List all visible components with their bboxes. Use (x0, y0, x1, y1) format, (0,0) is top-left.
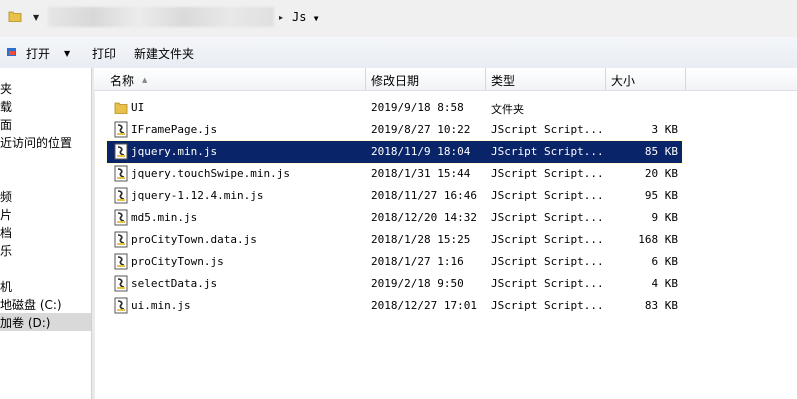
file-modified: 2018/1/28 15:25 (371, 233, 471, 246)
breadcrumb-blurred (48, 7, 274, 27)
print-button[interactable]: 打印 (92, 45, 116, 62)
file-type: JScript Script... (491, 255, 604, 268)
file-row[interactable]: selectData.js 2019/2/18 9:50 JScript Scr… (107, 273, 682, 295)
file-size: 95 KB (644, 189, 678, 202)
column-divider[interactable] (605, 68, 606, 90)
file-type: JScript Script... (491, 145, 604, 158)
file-name: IFramePage.js (131, 123, 218, 136)
file-row[interactable]: jquery-1.12.4.min.js 2018/11/27 16:46 JS… (107, 185, 682, 207)
file-size: 85 KB (644, 145, 678, 158)
file-modified: 2018/1/27 1:16 (371, 255, 464, 268)
file-name: jquery.touchSwipe.min.js (131, 167, 290, 180)
file-name: proCityTown.data.js (131, 233, 257, 246)
file-modified: 2018/11/27 16:46 (371, 189, 477, 202)
file-size: 3 KB (651, 123, 679, 136)
nav-item-volume-d[interactable]: 加卷 (D:) (0, 313, 91, 331)
jscript-file-icon (114, 187, 128, 204)
file-size: 9 KB (651, 211, 679, 224)
file-row[interactable]: proCityTown.js 2018/1/27 1:16 JScript Sc… (107, 251, 682, 273)
open-dropdown-chevron-icon[interactable]: ▼ (64, 49, 70, 58)
nav-item-downloads[interactable]: 载 (0, 98, 12, 115)
file-row[interactable]: ui.min.js 2018/12/27 17:01 JScript Scrip… (107, 295, 682, 317)
file-size: 6 KB (651, 255, 679, 268)
nav-item-recent-places[interactable]: 近访问的位置 (0, 134, 72, 151)
column-divider[interactable] (365, 68, 366, 90)
file-modified: 2019/8/27 10:22 (371, 123, 471, 136)
file-name: proCityTown.js (131, 255, 224, 268)
sort-ascending-icon: ▲ (142, 76, 148, 84)
jscript-file-icon (114, 121, 128, 138)
file-row[interactable]: IFramePage.js 2019/8/27 10:22 JScript Sc… (107, 119, 682, 141)
nav-item-documents[interactable]: 档 (0, 224, 12, 241)
file-name: jquery-1.12.4.min.js (131, 189, 264, 202)
file-modified: 2019/2/18 9:50 (371, 277, 464, 290)
file-size: 20 KB (644, 167, 678, 180)
file-name: md5.min.js (131, 211, 198, 224)
nav-item-desktop[interactable]: 面 (0, 116, 12, 133)
command-toolbar: 打开 ▼ 打印 新建文件夹 (0, 37, 797, 69)
file-name: selectData.js (131, 277, 218, 290)
file-row[interactable]: UI 2019/9/18 8:58 文件夹 (107, 97, 682, 119)
column-header-modified[interactable]: 修改日期 (371, 72, 419, 89)
folder-icon (114, 102, 128, 114)
jscript-file-icon (114, 297, 128, 314)
file-modified: 2018/11/9 18:04 (371, 145, 471, 158)
jscript-file-icon (114, 231, 128, 248)
new-folder-button[interactable]: 新建文件夹 (134, 45, 194, 62)
jscript-file-icon (114, 165, 128, 182)
address-bar[interactable]: ▼ ▸ Js ▼ (0, 0, 797, 37)
file-type: JScript Script... (491, 211, 604, 224)
pane-splitter[interactable] (91, 68, 95, 399)
file-type: JScript Script... (491, 299, 604, 312)
open-button[interactable]: 打开 (26, 45, 50, 62)
jscript-file-icon (114, 209, 128, 226)
column-header-type[interactable]: 类型 (491, 72, 515, 89)
file-name: UI (131, 101, 145, 114)
file-type: JScript Script... (491, 189, 604, 202)
file-name: ui.min.js (131, 299, 191, 312)
file-modified: 2018/12/20 14:32 (371, 211, 477, 224)
file-modified: 2018/12/27 17:01 (371, 299, 477, 312)
file-type: JScript Script... (491, 167, 604, 180)
open-icon (7, 48, 16, 56)
file-size: 168 KB (638, 233, 678, 246)
nav-item-pictures[interactable]: 片 (0, 206, 12, 223)
file-type: JScript Script... (491, 277, 604, 290)
jscript-file-icon (114, 253, 128, 270)
jscript-file-icon (114, 143, 128, 160)
file-modified: 2018/1/31 15:44 (371, 167, 471, 180)
breadcrumb-current-folder[interactable]: Js ▼ (292, 10, 319, 24)
column-divider[interactable] (685, 68, 686, 90)
file-size: 4 KB (651, 277, 679, 290)
file-row[interactable]: md5.min.js 2018/12/20 14:32 JScript Scri… (107, 207, 682, 229)
chevron-down-icon[interactable]: ▼ (33, 13, 39, 22)
navigation-pane[interactable]: 夹 载 面 近访问的位置 频 片 档 乐 机 地磁盘 (C:) 加卷 (D:) (0, 68, 91, 399)
folder-icon (8, 11, 22, 22)
file-name: jquery.min.js (131, 145, 218, 158)
file-row-selected[interactable]: jquery.min.js 2018/11/9 18:04 JScript Sc… (106, 140, 683, 164)
file-type: JScript Script... (491, 233, 604, 246)
column-header-size[interactable]: 大小 (611, 72, 635, 89)
file-size: 83 KB (644, 299, 678, 312)
nav-item-videos[interactable]: 频 (0, 188, 12, 205)
nav-item-local-disk-c[interactable]: 地磁盘 (C:) (0, 296, 62, 313)
breadcrumb-separator-icon[interactable]: ▸ (279, 13, 283, 22)
file-type: JScript Script... (491, 123, 604, 136)
nav-item-computer[interactable]: 机 (0, 278, 12, 295)
jscript-file-icon (114, 275, 128, 292)
file-row[interactable]: proCityTown.data.js 2018/1/28 15:25 JScr… (107, 229, 682, 251)
nav-item-favorites[interactable]: 夹 (0, 80, 12, 97)
file-type: 文件夹 (491, 103, 524, 116)
column-header-name[interactable]: 名称 (110, 72, 134, 89)
column-divider[interactable] (485, 68, 486, 90)
file-modified: 2019/9/18 8:58 (371, 101, 464, 114)
column-header: 名称 ▲ 修改日期 类型 大小 (94, 68, 797, 91)
file-row[interactable]: jquery.touchSwipe.min.js 2018/1/31 15:44… (107, 163, 682, 185)
nav-item-music[interactable]: 乐 (0, 242, 12, 259)
